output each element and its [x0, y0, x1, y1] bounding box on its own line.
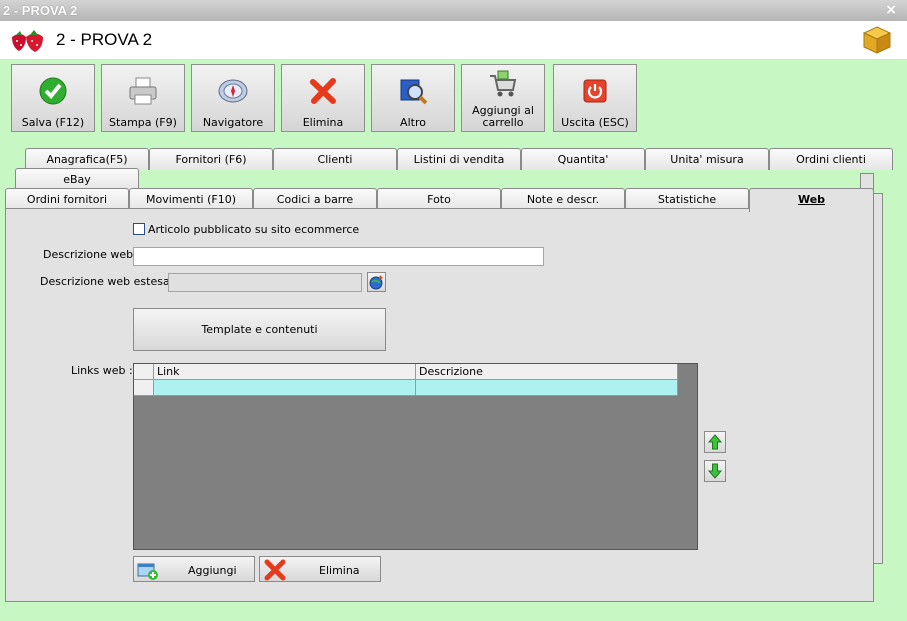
other-button-label: Altro	[400, 116, 426, 129]
tab-quantita[interactable]: Quantita'	[521, 148, 645, 170]
edit-globe-icon	[369, 275, 383, 290]
compass-icon	[218, 79, 248, 103]
tab-ordini-fornitori[interactable]: Ordini fornitori	[5, 188, 129, 210]
links-web-label: Links web :	[71, 364, 133, 377]
header-bar: 2 - PROVA 2	[0, 21, 907, 60]
exit-button[interactable]: Uscita (ESC)	[553, 64, 637, 132]
grid-header-link[interactable]: Link	[154, 364, 416, 380]
search-book-icon	[400, 79, 428, 105]
tab-anagrafica[interactable]: Anagrafica(F5)	[25, 148, 149, 170]
power-icon	[583, 79, 607, 103]
delete-x-icon	[264, 559, 286, 581]
grid-cell-descrizione[interactable]	[416, 380, 678, 396]
page-title: 2 - PROVA 2	[56, 30, 153, 49]
strawberry-icon	[8, 27, 48, 56]
published-checkbox-label: Articolo pubblicato su sito ecommerce	[148, 223, 360, 236]
save-button-label: Salva (F12)	[21, 116, 85, 129]
add-row-icon	[137, 563, 158, 580]
tab-ebay[interactable]: eBay	[15, 168, 139, 190]
descrizione-web-estesa-label: Descrizione web estesa :	[40, 275, 177, 288]
add-link-button-label: Aggiungi	[188, 564, 237, 577]
add-to-cart-button[interactable]: Aggiungi al carrello	[461, 64, 545, 132]
navigator-button-label: Navigatore	[202, 116, 264, 129]
window-title: 2 - PROVA 2	[3, 3, 78, 18]
descrizione-web-estesa-field[interactable]	[168, 273, 362, 292]
tab-web[interactable]: Web	[749, 188, 874, 212]
tab-fornitori[interactable]: Fornitori (F6)	[149, 148, 273, 170]
move-up-button[interactable]	[704, 431, 726, 453]
save-button[interactable]: Salva (F12)	[11, 64, 95, 132]
tab-statistiche[interactable]: Statistiche	[625, 188, 749, 210]
tab-unita-misura[interactable]: Unita' misura	[645, 148, 769, 170]
descrizione-web-field[interactable]	[133, 247, 544, 266]
delete-x-icon	[310, 78, 336, 104]
window-titlebar: 2 - PROVA 2 ×	[0, 0, 907, 21]
tab-movimenti[interactable]: Movimenti (F10)	[129, 188, 253, 210]
close-icon[interactable]: ×	[885, 2, 897, 18]
grid-header-descrizione[interactable]: Descrizione	[416, 364, 678, 380]
arrow-up-icon	[707, 434, 723, 450]
descrizione-web-label: Descrizione web :	[43, 248, 141, 261]
toolbar: Salva (F12) Stampa (F9) Navigatore Elimi…	[0, 60, 907, 136]
add-link-button[interactable]: Aggiungi	[133, 556, 255, 582]
print-button-label: Stampa (F9)	[109, 116, 177, 129]
edit-extended-description-button[interactable]	[367, 272, 386, 292]
tab-foto[interactable]: Foto	[377, 188, 501, 210]
package-icon[interactable]	[861, 24, 893, 59]
arrow-down-icon	[707, 463, 723, 479]
delete-link-button[interactable]: Elimina	[259, 556, 381, 582]
tab-note-descr[interactable]: Note e descr.	[501, 188, 625, 210]
delete-link-button-label: Elimina	[319, 564, 360, 577]
delete-button-label: Elimina	[302, 116, 344, 129]
exit-button-label: Uscita (ESC)	[561, 116, 629, 129]
published-checkbox[interactable]	[133, 223, 145, 235]
add-to-cart-button-label: Aggiungi al carrello	[472, 104, 534, 129]
move-down-button[interactable]	[704, 460, 726, 482]
other-button[interactable]: Altro	[371, 64, 455, 132]
template-contenuti-button[interactable]: Template e contenuti	[133, 308, 386, 351]
printer-icon	[129, 77, 157, 105]
delete-button[interactable]: Elimina	[281, 64, 365, 132]
cart-icon	[490, 70, 517, 97]
links-web-grid[interactable]: Link Descrizione	[133, 363, 698, 550]
tab-codici-barre[interactable]: Codici a barre	[253, 188, 377, 210]
tab-listini[interactable]: Listini di vendita	[397, 148, 521, 170]
tab-ordini-clienti[interactable]: Ordini clienti	[769, 148, 893, 170]
tab-clienti[interactable]: Clienti	[273, 148, 397, 170]
grid-cell-link[interactable]	[154, 380, 416, 396]
grid-corner-cell	[134, 364, 154, 380]
grid-row-indicator[interactable]	[134, 380, 154, 396]
print-button[interactable]: Stampa (F9)	[101, 64, 185, 132]
check-icon	[39, 77, 67, 105]
navigator-button[interactable]: Navigatore	[191, 64, 275, 132]
